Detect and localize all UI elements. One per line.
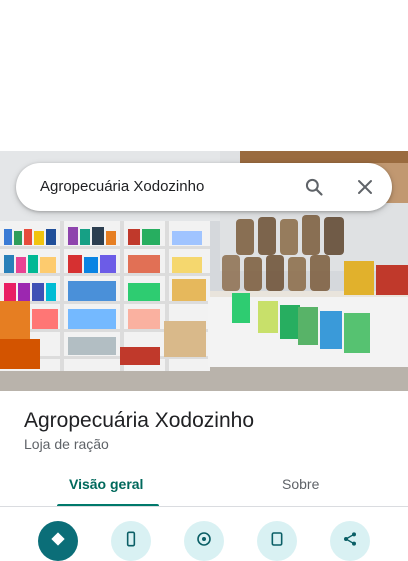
save-icon: [271, 532, 283, 546]
tab-overview[interactable]: Visão geral: [69, 476, 143, 492]
website-icon: [197, 532, 211, 546]
place-title: Agropecuária Xodozinho: [24, 409, 254, 432]
website-button[interactable]: [184, 521, 224, 561]
phone-icon: [126, 531, 136, 547]
share-icon: [344, 532, 356, 546]
search-input[interactable]: Agropecuária Xodozinho: [40, 178, 204, 195]
top-blank-area: [0, 0, 408, 151]
search-bar[interactable]: Agropecuária Xodozinho: [16, 163, 392, 211]
directions-icon: [51, 532, 65, 546]
directions-button[interactable]: [38, 521, 78, 561]
share-button[interactable]: [330, 521, 370, 561]
save-button[interactable]: [257, 521, 297, 561]
search-icon[interactable]: [304, 177, 324, 197]
tab-about[interactable]: Sobre: [282, 476, 319, 492]
close-icon[interactable]: [356, 178, 374, 196]
phone-button[interactable]: [111, 521, 151, 561]
place-category[interactable]: Loja de ração: [24, 436, 109, 452]
tab-divider: [0, 506, 408, 507]
